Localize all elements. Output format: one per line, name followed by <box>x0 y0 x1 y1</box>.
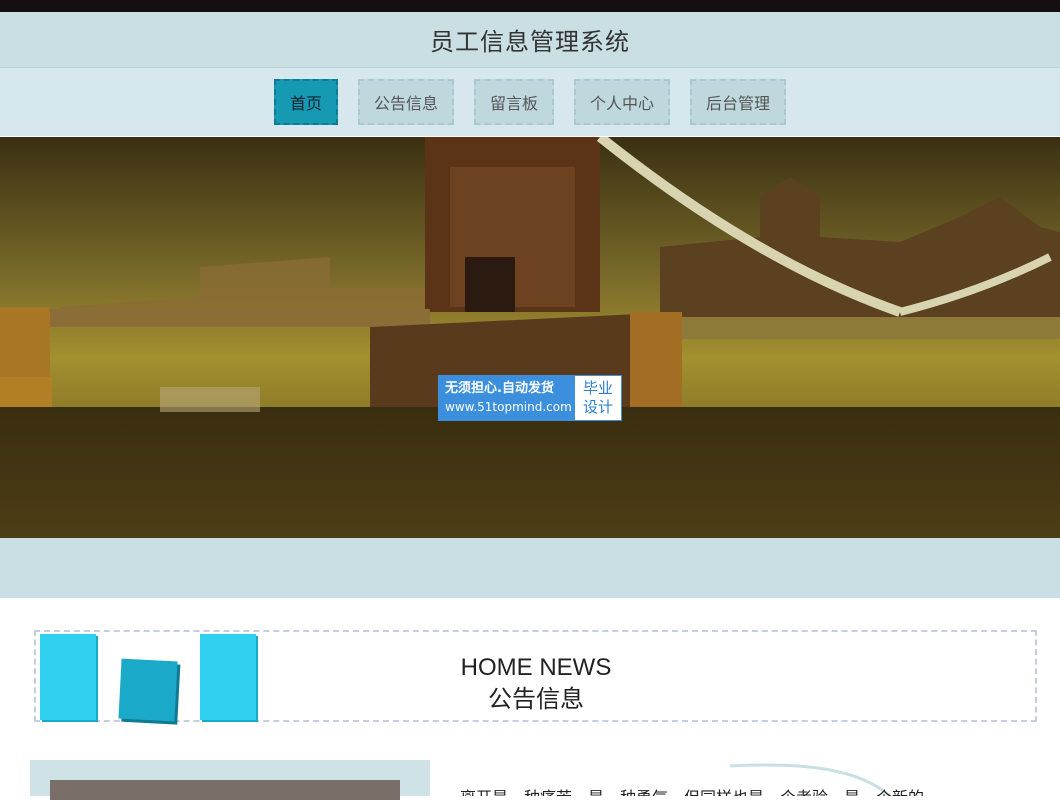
news-text-panel: 离开是一种痛苦，是一种勇气，但同样也是一个考验，是一个新的 <box>430 760 1060 796</box>
decor-block-middle <box>118 658 178 722</box>
nav-item-personal-center[interactable]: 个人中心 <box>574 79 671 125</box>
news-image-panel <box>30 760 430 800</box>
news-excerpt[interactable]: 离开是一种痛苦，是一种勇气，但同样也是一个考验，是一个新的 <box>460 784 924 796</box>
site-header: 员工信息管理系统 <box>0 12 1060 68</box>
watermark-line1: 无须担心.自动发货 <box>445 381 554 396</box>
main-nav: 首页 公告信息 留言板 个人中心 后台管理 <box>0 68 1060 136</box>
watermark-right-line1: 毕业 <box>582 379 613 397</box>
news-section-header: HOME NEWS 公告信息 <box>34 630 1037 722</box>
section-title-cn: 公告信息 <box>488 686 584 713</box>
watermark-badge: 无须担心.自动发货 www.51topmind.com 毕业 设计 <box>438 375 622 421</box>
decor-block-right <box>200 634 256 720</box>
banner-image: 无须担心.自动发货 www.51topmind.com 毕业 设计 <box>0 137 1060 538</box>
nav-item-admin[interactable]: 后台管理 <box>690 79 787 125</box>
decor-block-left <box>40 634 96 720</box>
watermark-url: www.51topmind.com <box>445 400 572 414</box>
top-dark-strip <box>0 0 1060 12</box>
section-title-en: HOME NEWS <box>460 654 612 681</box>
news-content-row: 离开是一种痛苦，是一种勇气，但同样也是一个考验，是一个新的 <box>30 760 1060 800</box>
watermark-right-line2: 设计 <box>582 398 613 416</box>
nav-item-message-board[interactable]: 留言板 <box>473 79 554 125</box>
nav-item-announcements[interactable]: 公告信息 <box>357 79 454 125</box>
site-title: 员工信息管理系统 <box>430 28 630 56</box>
nav-item-home[interactable]: 首页 <box>273 79 338 125</box>
news-thumbnail[interactable] <box>50 780 400 800</box>
spacer-band <box>0 538 1060 598</box>
tower-bridge-photo <box>0 137 1060 538</box>
